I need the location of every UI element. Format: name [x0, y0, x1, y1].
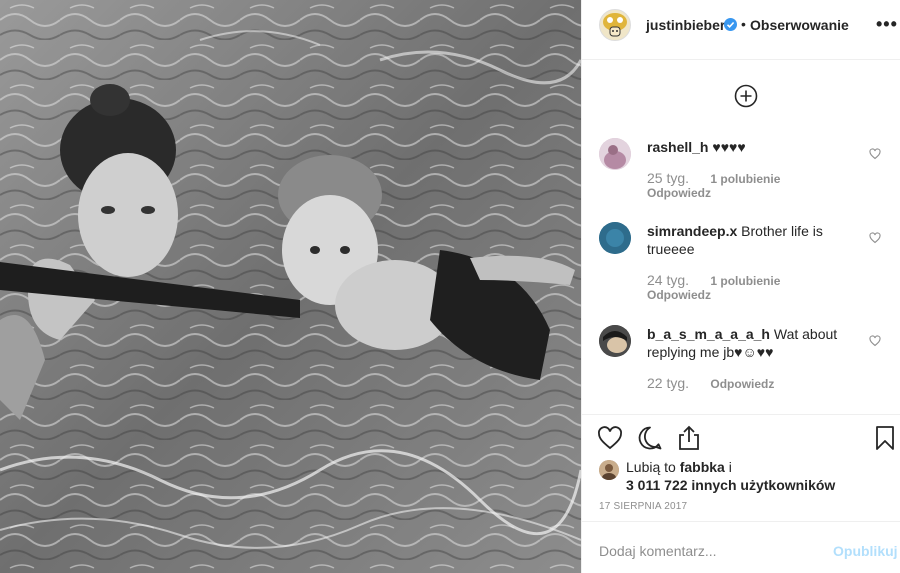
comment-icon[interactable]: [637, 425, 663, 451]
comment-avatar[interactable]: [599, 222, 631, 254]
add-comment-input[interactable]: Dodaj komentarz...: [599, 543, 717, 559]
comment-username[interactable]: b_a_s_m_a_a_a_h: [647, 326, 770, 342]
reply-button[interactable]: Odpowiedz: [647, 288, 711, 302]
avatar-photo-icon: [599, 222, 631, 254]
load-more-comments-icon[interactable]: [734, 84, 758, 108]
add-comment-bar: Dodaj komentarz... Opublikuj: [582, 521, 900, 573]
mushroom-avatar-icon: [603, 13, 627, 37]
bookmark-icon[interactable]: [872, 425, 898, 451]
comment-body: Wat about: [773, 326, 838, 342]
comment-avatar[interactable]: [599, 325, 631, 357]
comment-like-heart-icon[interactable]: [869, 232, 881, 244]
avatar-photo-icon: [599, 138, 631, 170]
liker-username[interactable]: fabbka: [680, 459, 725, 475]
comment-body-line2: trueeee: [647, 241, 695, 257]
following-button[interactable]: Obserwowanie: [750, 17, 849, 33]
comment-username[interactable]: simrandeep.x: [647, 223, 737, 239]
likes-count[interactable]: 3 011 722 innych użytkowników: [626, 477, 835, 493]
comment-body: Brother life is: [741, 223, 823, 239]
likes-joiner: i: [728, 459, 732, 475]
comment-body-line2: replying me jb♥☺♥♥: [647, 344, 774, 360]
comment-meta: 24 tyg. 1 polubienie: [647, 272, 780, 288]
comment-likes[interactable]: 1 polubienie: [710, 274, 780, 288]
comment-body: ♥♥♥♥: [712, 139, 746, 155]
post-actions-bar: [582, 414, 900, 456]
comment-meta: 22 tyg. Odpowiedz: [647, 375, 774, 391]
header-separator: •: [741, 16, 746, 32]
comment-time: 22 tyg.: [647, 375, 690, 391]
comment-like-heart-icon[interactable]: [869, 335, 881, 347]
liker-avatar[interactable]: [599, 460, 619, 480]
avatar-photo-icon: [599, 325, 631, 357]
heart-icon[interactable]: [597, 425, 623, 451]
comment-reply-row: Odpowiedz: [647, 288, 711, 302]
comment-reply-row: Odpowiedz: [647, 186, 711, 200]
comment-username[interactable]: rashell_h: [647, 139, 708, 155]
verified-badge-icon: [724, 18, 737, 31]
comment-text: rashell_h ♥♥♥♥: [647, 138, 857, 156]
comment-meta: 25 tyg. 1 polubienie: [647, 170, 780, 186]
likes-prefix: Lubią to: [626, 459, 676, 475]
post-date[interactable]: 17 SIERPNIA 2017: [599, 501, 687, 512]
header-avatar[interactable]: [599, 9, 631, 41]
avatar-photo-icon: [599, 460, 619, 480]
comment-likes[interactable]: 1 polubienie: [710, 172, 780, 186]
share-icon[interactable]: [676, 425, 702, 451]
comment-time: 24 tyg.: [647, 272, 690, 288]
publish-button[interactable]: Opublikuj: [833, 543, 898, 559]
post-side-panel: justinbieber • Obserwowanie ••• rashell_…: [581, 0, 900, 573]
comment-text: b_a_s_m_a_a_a_h Wat about replying me jb…: [647, 325, 857, 361]
header-username[interactable]: justinbieber: [646, 17, 725, 33]
post-header: justinbieber • Obserwowanie •••: [582, 0, 900, 60]
post-photo[interactable]: [0, 0, 581, 573]
pool-photo-image: [0, 0, 581, 573]
reply-button[interactable]: Odpowiedz: [710, 377, 774, 391]
likes-text: Lubią to fabbka i 3 011 722 innych użytk…: [626, 458, 886, 494]
more-options-button[interactable]: •••: [876, 14, 898, 35]
comment-like-heart-icon[interactable]: [869, 148, 881, 160]
comment-text: simrandeep.x Brother life is trueeee: [647, 222, 857, 258]
reply-button[interactable]: Odpowiedz: [647, 186, 711, 200]
comment-time: 25 tyg.: [647, 170, 690, 186]
comment-avatar[interactable]: [599, 138, 631, 170]
